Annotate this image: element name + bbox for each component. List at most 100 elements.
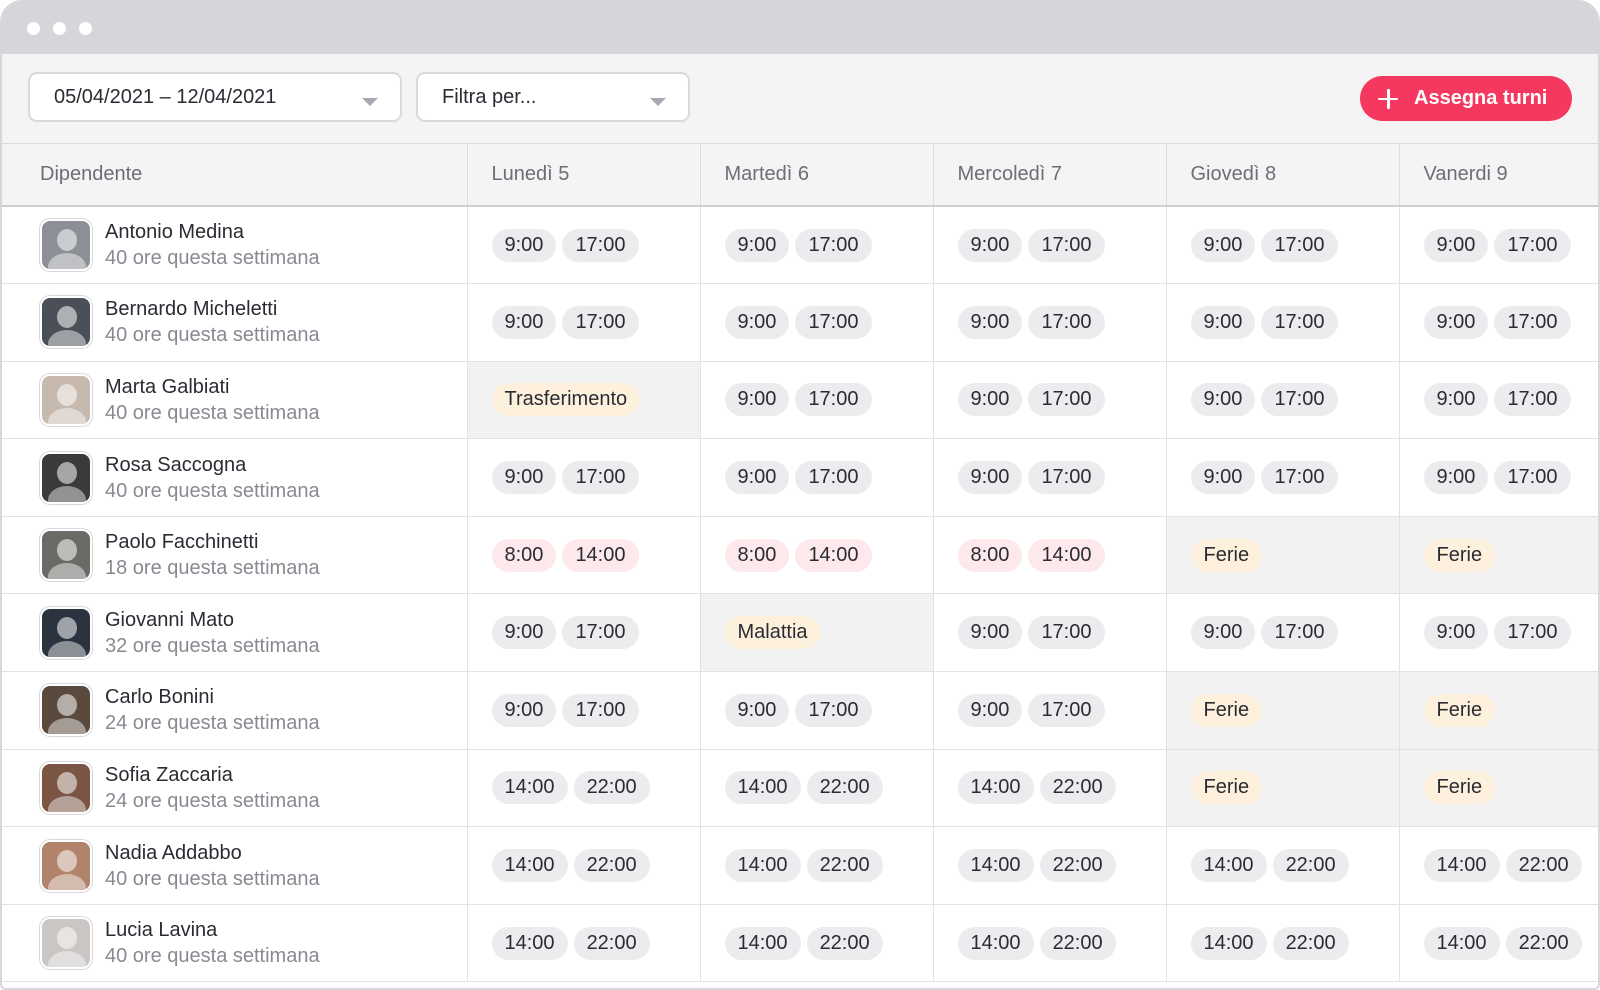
shift-time-pill[interactable]: 14:00 bbox=[957, 771, 1034, 805]
shift-time-pill[interactable]: 17:00 bbox=[1261, 228, 1338, 262]
shift-cell[interactable]: 9:00 17:00 bbox=[1399, 283, 1598, 362]
shift-time-pill[interactable]: 17:00 bbox=[1261, 616, 1338, 650]
shift-cell[interactable]: 14:00 22:00 bbox=[700, 826, 934, 905]
shift-time-pill[interactable]: 17:00 bbox=[1028, 693, 1105, 727]
shift-cell[interactable]: Malattia bbox=[700, 593, 934, 673]
shift-time-pill[interactable]: 9:00 bbox=[491, 305, 557, 339]
shift-time-pill[interactable]: 14:00 bbox=[724, 849, 801, 883]
shift-time-pill[interactable]: 22:00 bbox=[1505, 926, 1582, 960]
shift-time-pill[interactable]: 22:00 bbox=[573, 849, 650, 883]
shift-cell[interactable]: 14:00 22:00 bbox=[700, 904, 934, 983]
absence-badge[interactable]: Ferie bbox=[1190, 693, 1263, 727]
shift-time-pill[interactable]: 14:00 bbox=[795, 538, 872, 572]
shift-time-pill[interactable]: 17:00 bbox=[1028, 305, 1105, 339]
shift-cell[interactable]: 14:00 22:00 bbox=[1166, 904, 1400, 983]
shift-cell[interactable]: 9:00 17:00 bbox=[933, 361, 1167, 440]
assign-shifts-button[interactable]: Assegna turni bbox=[1360, 76, 1572, 121]
employee-cell[interactable]: Rosa Saccogna 40 ore questa settimana bbox=[2, 438, 468, 517]
shift-time-pill[interactable]: 17:00 bbox=[562, 461, 639, 495]
employee-cell[interactable]: Antonio Medina 40 ore questa settimana bbox=[2, 206, 468, 285]
shift-time-pill[interactable]: 14:00 bbox=[491, 849, 568, 883]
absence-badge[interactable]: Ferie bbox=[1190, 538, 1263, 572]
shift-time-pill[interactable]: 9:00 bbox=[957, 461, 1023, 495]
shift-time-pill[interactable]: 14:00 bbox=[957, 926, 1034, 960]
shift-time-pill[interactable]: 17:00 bbox=[1494, 305, 1571, 339]
shift-cell[interactable]: 8:00 14:00 bbox=[933, 516, 1167, 595]
employee-cell[interactable]: Paolo Facchinetti 18 ore questa settimana bbox=[2, 516, 468, 595]
shift-time-pill[interactable]: 17:00 bbox=[1261, 383, 1338, 417]
shift-time-pill[interactable]: 14:00 bbox=[562, 538, 639, 572]
shift-time-pill[interactable]: 9:00 bbox=[957, 693, 1023, 727]
shift-time-pill[interactable]: 9:00 bbox=[491, 616, 557, 650]
shift-cell[interactable]: 9:00 17:00 bbox=[467, 671, 701, 750]
filter-select[interactable]: Filtra per... bbox=[416, 72, 690, 122]
shift-time-pill[interactable]: 9:00 bbox=[957, 616, 1023, 650]
shift-time-pill[interactable]: 9:00 bbox=[724, 461, 790, 495]
column-header-day[interactable]: Lunedì 5 bbox=[467, 144, 701, 207]
shift-time-pill[interactable]: 17:00 bbox=[562, 305, 639, 339]
shift-cell[interactable]: 14:00 22:00 bbox=[933, 826, 1167, 905]
shift-cell[interactable]: 14:00 22:00 bbox=[1399, 826, 1598, 905]
shift-time-pill[interactable]: 22:00 bbox=[1505, 849, 1582, 883]
shift-time-pill[interactable]: 17:00 bbox=[1494, 228, 1571, 262]
shift-cell[interactable]: 9:00 17:00 bbox=[467, 283, 701, 362]
shift-time-pill[interactable]: 17:00 bbox=[1261, 461, 1338, 495]
shift-cell[interactable]: 9:00 17:00 bbox=[933, 671, 1167, 750]
window-minimize-dot[interactable] bbox=[53, 22, 66, 35]
shift-time-pill[interactable]: 22:00 bbox=[806, 849, 883, 883]
shift-cell[interactable]: 9:00 17:00 bbox=[1166, 206, 1400, 285]
shift-time-pill[interactable]: 9:00 bbox=[1190, 383, 1256, 417]
employee-cell[interactable]: Carlo Bonini 24 ore questa settimana bbox=[2, 671, 468, 750]
shift-time-pill[interactable]: 9:00 bbox=[1423, 228, 1489, 262]
shift-cell[interactable]: 14:00 22:00 bbox=[467, 826, 701, 905]
shift-cell[interactable]: 14:00 22:00 bbox=[1166, 826, 1400, 905]
shift-time-pill[interactable]: 9:00 bbox=[957, 228, 1023, 262]
shift-time-pill[interactable]: 17:00 bbox=[1028, 461, 1105, 495]
shift-time-pill[interactable]: 14:00 bbox=[491, 926, 568, 960]
absence-badge[interactable]: Ferie bbox=[1190, 771, 1263, 805]
shift-time-pill[interactable]: 17:00 bbox=[1028, 616, 1105, 650]
employee-cell[interactable]: Sofia Zaccaria 24 ore questa settimana bbox=[2, 749, 468, 828]
shift-time-pill[interactable]: 8:00 bbox=[957, 538, 1023, 572]
shift-cell[interactable]: 9:00 17:00 bbox=[700, 671, 934, 750]
column-header-day[interactable]: Mercoledì 7 bbox=[933, 144, 1167, 207]
shift-time-pill[interactable]: 17:00 bbox=[1494, 616, 1571, 650]
shift-time-pill[interactable]: 9:00 bbox=[724, 305, 790, 339]
shift-cell[interactable]: Trasferimento bbox=[467, 361, 701, 440]
shift-time-pill[interactable]: 17:00 bbox=[562, 228, 639, 262]
shift-cell[interactable]: 9:00 17:00 bbox=[1399, 593, 1598, 673]
shift-time-pill[interactable]: 22:00 bbox=[573, 771, 650, 805]
shift-time-pill[interactable]: 17:00 bbox=[795, 461, 872, 495]
shift-cell[interactable]: Ferie bbox=[1166, 671, 1400, 750]
shift-time-pill[interactable]: 9:00 bbox=[1423, 305, 1489, 339]
shift-time-pill[interactable]: 8:00 bbox=[491, 538, 557, 572]
absence-badge[interactable]: Ferie bbox=[1423, 693, 1496, 727]
shift-time-pill[interactable]: 17:00 bbox=[1028, 383, 1105, 417]
shift-time-pill[interactable]: 22:00 bbox=[1039, 849, 1116, 883]
shift-time-pill[interactable]: 14:00 bbox=[724, 926, 801, 960]
shift-time-pill[interactable]: 9:00 bbox=[1190, 461, 1256, 495]
shift-cell[interactable]: 9:00 17:00 bbox=[700, 438, 934, 517]
shift-time-pill[interactable]: 14:00 bbox=[724, 771, 801, 805]
absence-badge[interactable]: Malattia bbox=[724, 616, 821, 650]
shift-time-pill[interactable]: 9:00 bbox=[1190, 305, 1256, 339]
column-header-employee[interactable]: Dipendente bbox=[2, 144, 468, 207]
shift-time-pill[interactable]: 17:00 bbox=[1261, 305, 1338, 339]
shift-cell[interactable]: 9:00 17:00 bbox=[700, 206, 934, 285]
shift-time-pill[interactable]: 9:00 bbox=[1423, 383, 1489, 417]
shift-time-pill[interactable]: 9:00 bbox=[1190, 228, 1256, 262]
shift-cell[interactable]: 9:00 17:00 bbox=[467, 206, 701, 285]
shift-time-pill[interactable]: 17:00 bbox=[1028, 228, 1105, 262]
shift-cell[interactable]: 9:00 17:00 bbox=[1399, 438, 1598, 517]
shift-time-pill[interactable]: 17:00 bbox=[795, 305, 872, 339]
employee-cell[interactable]: Giovanni Mato 32 ore questa settimana bbox=[2, 593, 468, 673]
shift-cell[interactable]: 9:00 17:00 bbox=[933, 593, 1167, 673]
shift-time-pill[interactable]: 9:00 bbox=[491, 693, 557, 727]
shift-cell[interactable]: 9:00 17:00 bbox=[1166, 361, 1400, 440]
absence-badge[interactable]: Trasferimento bbox=[491, 383, 641, 417]
shift-cell[interactable]: 9:00 17:00 bbox=[933, 438, 1167, 517]
shift-cell[interactable]: 14:00 22:00 bbox=[1399, 904, 1598, 983]
shift-time-pill[interactable]: 22:00 bbox=[806, 771, 883, 805]
shift-time-pill[interactable]: 14:00 bbox=[957, 849, 1034, 883]
shift-time-pill[interactable]: 14:00 bbox=[1423, 926, 1500, 960]
